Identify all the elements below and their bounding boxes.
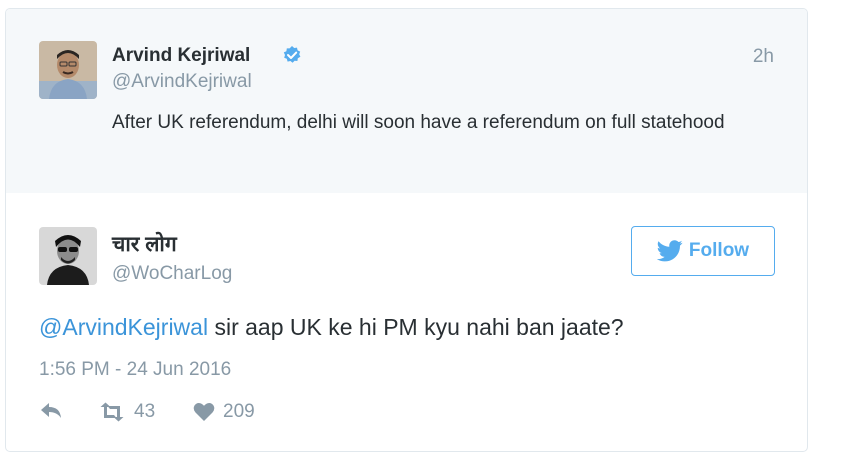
- parent-avatar[interactable]: [39, 41, 97, 99]
- reply-timestamp[interactable]: 1:56 PM - 24 Jun 2016: [39, 359, 231, 381]
- parent-tweet[interactable]: Arvind Kejriwal @ArvindKejriwal 2h After…: [6, 9, 807, 193]
- follow-label: Follow: [688, 240, 750, 261]
- twitter-bird-icon: [656, 240, 683, 262]
- retweet-count: 43: [134, 401, 156, 422]
- reply-action[interactable]: [39, 401, 65, 419]
- parent-author-handle[interactable]: @ArvindKejriwal: [112, 71, 252, 93]
- parent-author-name[interactable]: Arvind Kejriwal: [112, 45, 250, 67]
- heart-icon: [193, 403, 215, 421]
- reply-author-handle[interactable]: @WoCharLog: [112, 263, 232, 285]
- reply-tweet-text: @ArvindKejriwal sir aap UK ke hi PM kyu …: [39, 314, 624, 341]
- follow-button[interactable]: Follow: [631, 226, 775, 276]
- reply-avatar[interactable]: [39, 227, 97, 285]
- parent-tweet-text: After UK referendum, delhi will soon hav…: [112, 112, 725, 133]
- mention-link[interactable]: @ArvindKejriwal: [39, 314, 208, 340]
- reply-body: sir aap UK ke hi PM kyu nahi ban jaate?: [208, 314, 624, 340]
- reply-icon: [41, 403, 61, 418]
- like-action[interactable]: 209: [193, 401, 255, 423]
- like-count: 209: [223, 401, 255, 422]
- parent-time-ago[interactable]: 2h: [753, 46, 774, 68]
- tweet-embed-card: Arvind Kejriwal @ArvindKejriwal 2h After…: [5, 8, 808, 452]
- reply-author-name[interactable]: चार लोग: [112, 230, 177, 258]
- retweet-icon: [100, 402, 124, 422]
- retweet-action[interactable]: 43: [98, 401, 155, 423]
- verified-badge-icon: [283, 46, 301, 63]
